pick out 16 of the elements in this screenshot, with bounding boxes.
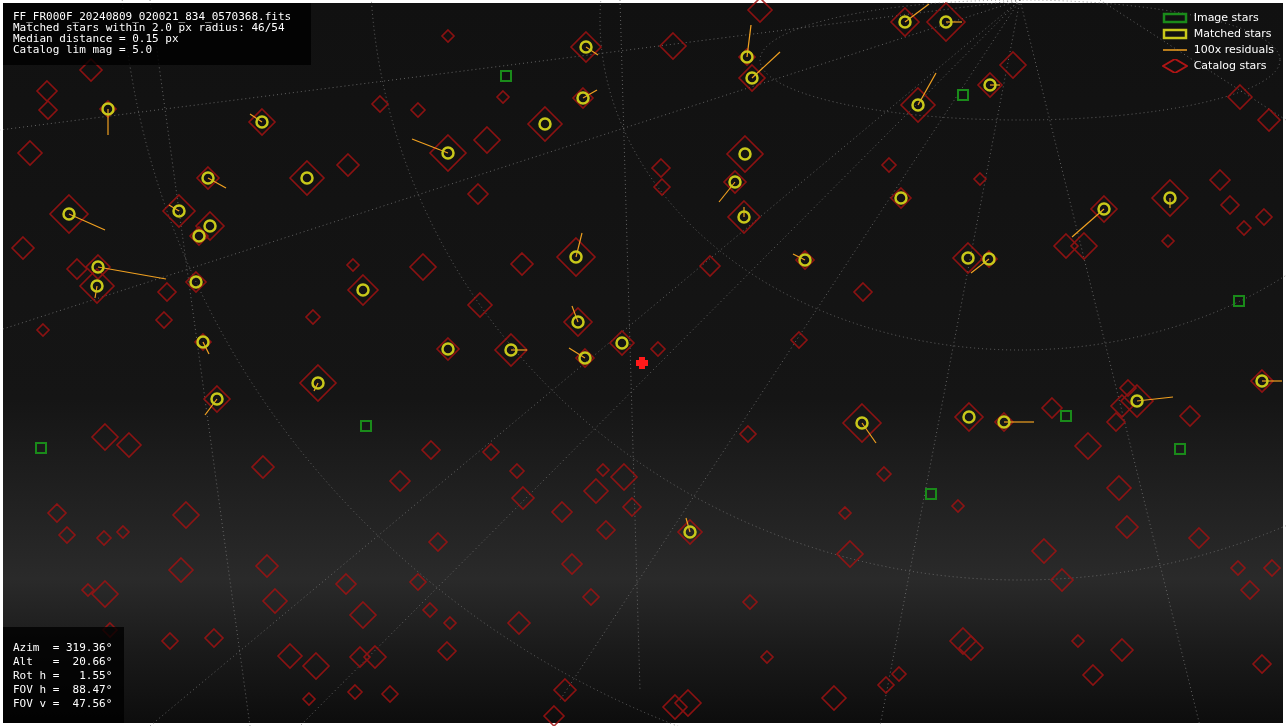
pointing-text: FOV h = 88.47° bbox=[13, 683, 113, 697]
legend-label: Catalog stars bbox=[1193, 58, 1267, 74]
square-marker-icon bbox=[1161, 11, 1188, 25]
info-text: Matched stars within 2.0 px radius: 46/54 bbox=[13, 22, 285, 33]
pointing-text: Alt = 20.66° bbox=[13, 655, 113, 669]
legend-label: 100x residuals bbox=[1193, 42, 1274, 58]
legend-label: Matched stars bbox=[1193, 26, 1272, 42]
info-text: Median distance = 0.15 px bbox=[13, 33, 179, 44]
pointing-text: Azim = 319.36° bbox=[13, 641, 113, 655]
legend-label: Image stars bbox=[1193, 10, 1259, 26]
pointing-text: FOV v = 47.56° bbox=[13, 697, 113, 711]
pointing-text: Rot h = 1.55° bbox=[13, 669, 113, 683]
info-text: FF_FR000F_20240809_020021_834_0570368.fits bbox=[13, 11, 292, 22]
square-marker-icon bbox=[1161, 27, 1188, 41]
info-text: Catalog lim mag = 5.0 bbox=[13, 44, 154, 55]
diamond-marker-icon bbox=[1161, 59, 1188, 73]
